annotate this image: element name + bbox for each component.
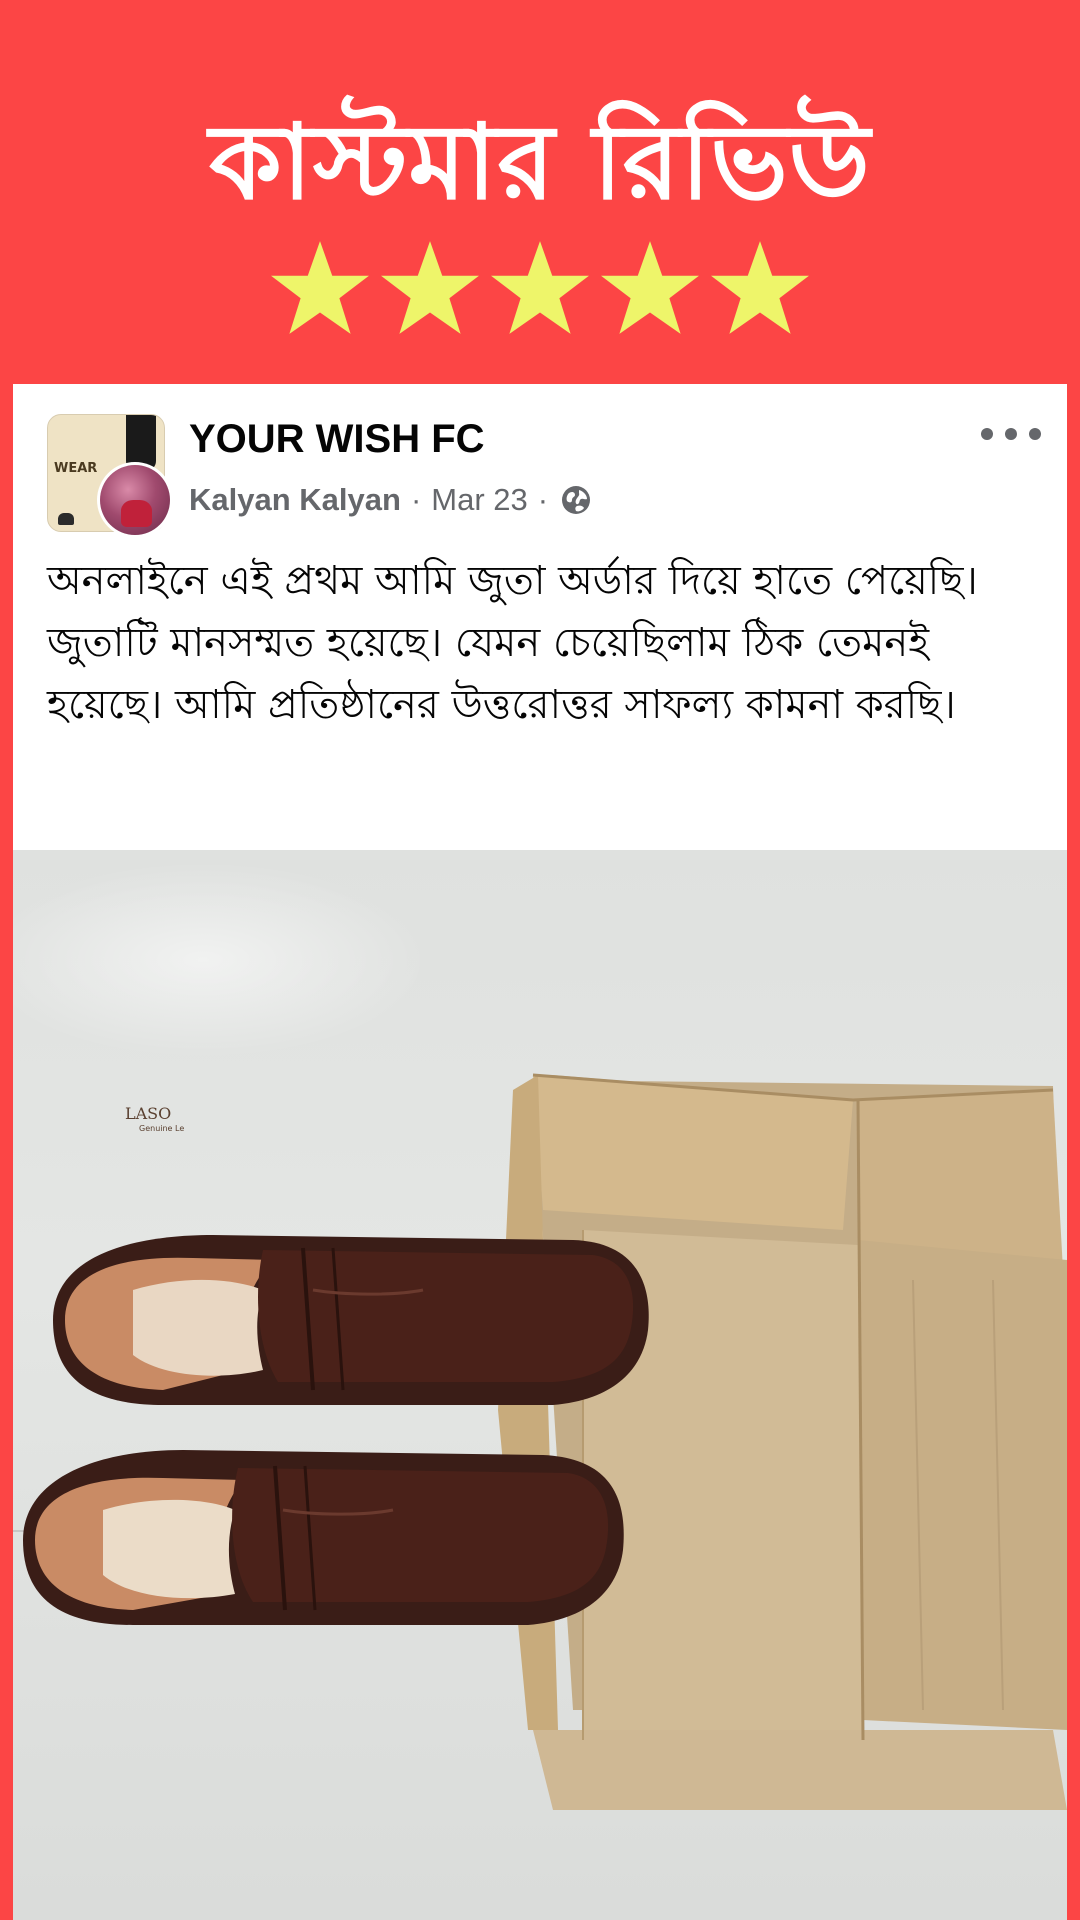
- more-dot: [1005, 428, 1017, 440]
- post-text: অনলাইনে এই প্রথম আমি জুতা অর্ডার দিয়ে হ…: [47, 558, 978, 728]
- page-name-link[interactable]: YOUR WISH FC: [189, 414, 485, 464]
- star-icon: [711, 241, 809, 334]
- meta-separator: ·: [410, 482, 422, 517]
- post-header: WEAR YOUR WISH FC Kalyan Kalyan · Mar 23…: [13, 384, 1067, 538]
- banner-title: কাস্টমার রিভিউ: [209, 101, 871, 223]
- post-card: WEAR YOUR WISH FC Kalyan Kalyan · Mar 23…: [13, 384, 1067, 1920]
- insole-brand-label: LASO: [125, 1104, 172, 1123]
- shoes-image: [23, 1235, 649, 1625]
- page-avatar-label: WEAR: [54, 461, 98, 476]
- globe-icon: [562, 486, 591, 514]
- meta-separator: ·: [537, 482, 549, 517]
- review-banner: কাস্টমার রিভিউ: [0, 0, 1080, 384]
- user-avatar-image: [100, 465, 170, 535]
- post-photo[interactable]: LASO Genuine Le: [13, 850, 1067, 1920]
- insole-brand-sub: Genuine Le: [139, 1124, 185, 1133]
- post-date-link[interactable]: Mar 23: [431, 480, 527, 520]
- post-author-link[interactable]: Kalyan Kalyan: [189, 480, 401, 520]
- star-icon: [271, 241, 369, 334]
- star-rating: [0, 238, 1080, 338]
- more-dot: [1029, 428, 1041, 440]
- star-icon: [601, 241, 699, 334]
- user-avatar[interactable]: [97, 462, 173, 538]
- star-icon: [491, 241, 589, 334]
- post-meta: Kalyan Kalyan · Mar 23 ·: [189, 480, 592, 520]
- shoe-image: [58, 513, 74, 525]
- more-dot: [981, 428, 993, 440]
- more-options-button[interactable]: [981, 422, 1041, 446]
- star-icon: [381, 241, 479, 334]
